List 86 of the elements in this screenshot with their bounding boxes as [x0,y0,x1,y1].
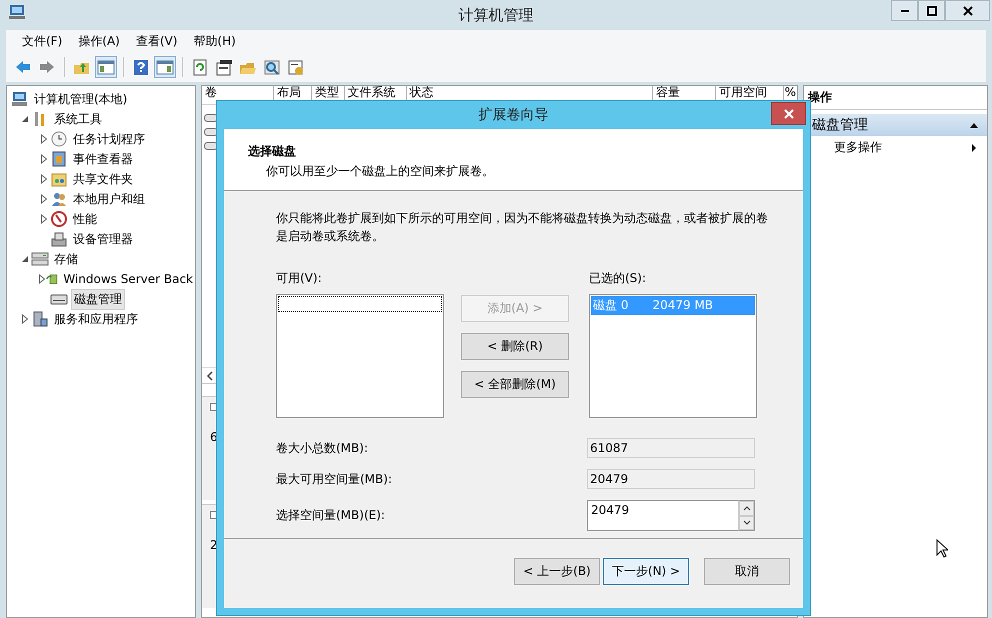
computer-icon [8,4,26,20]
collapsed-arrow-icon[interactable] [40,154,48,164]
log-icon [50,151,68,167]
available-list[interactable] [276,294,444,418]
action-item[interactable]: 更多操作 [804,136,987,159]
storage-icon [31,251,49,267]
tree-item[interactable]: 服务和应用程序 [52,310,140,328]
move-button[interactable]: < 全部删除(M) [461,371,569,398]
field-label: 最大可用空间量(MB): [276,470,392,488]
chevron-up-icon [742,506,750,511]
field-label: 选择空间量(MB)(E): [276,507,385,524]
wizard-note: 你只能将此卷扩展到如下所示的可用空间，因为不能将磁盘转换为动态磁盘，或者被扩展的卷是启动卷或系统卷。 [276,210,769,245]
magnifier-icon [263,58,281,76]
tree-item[interactable]: 设备管理器 [71,230,135,248]
number-field[interactable]: 20479 [587,500,738,531]
submenu-arrow-icon [971,142,977,152]
server-icon [31,311,49,327]
collapsed-arrow-icon[interactable] [38,274,46,284]
close-button[interactable] [945,0,990,21]
collapsed-arrow-icon[interactable] [21,314,29,324]
menu-item[interactable]: 帮助(H) [185,32,244,50]
printer-icon [50,231,68,247]
users-icon [50,191,68,207]
close-button[interactable] [771,102,806,125]
close-icon [962,6,972,16]
forward-arrow-icon [38,58,56,76]
drive-icon [204,127,218,137]
collapsed-arrow-icon[interactable] [40,214,48,224]
collapsed-arrow-icon[interactable] [40,134,48,144]
maximize-button[interactable] [918,0,945,21]
wizard-button[interactable]: 下一步(N) > [603,558,689,585]
tree-item[interactable]: 系统工具 [52,110,104,128]
section-title: 磁盘管理 [812,116,868,134]
menu-item[interactable]: 文件(F) [14,32,70,50]
tree-item[interactable]: 共享文件夹 [71,170,135,188]
tree-item[interactable]: 性能 [71,210,99,228]
spin-up-button[interactable] [739,501,754,516]
clock-icon [50,131,68,147]
wizard-subheading: 你可以用至少一个磁盘上的空间来扩展卷。 [265,163,495,180]
tree-item[interactable]: 本地用户和组 [71,190,147,208]
minimize-button[interactable] [891,0,918,21]
mouse-cursor-icon [936,539,948,558]
collapsed-arrow-icon[interactable] [40,194,48,204]
move-button[interactable]: < 删除(R) [461,333,569,360]
menu-item[interactable]: 操作(A) [70,32,128,50]
shared-folder-icon [50,171,68,187]
help-icon [132,58,150,76]
list-label: 可用(V): [276,270,323,287]
tree-item[interactable]: Windows Server Back [61,271,195,287]
wizard-button[interactable]: < 上一步(B) [514,558,600,585]
collapse-arrow-icon[interactable] [969,121,979,129]
wizard-heading: 选择磁盘 [248,143,297,160]
pane-icon [156,58,174,76]
refresh-icon [191,58,209,76]
menu-item[interactable]: 查看(V) [128,32,186,50]
spin-down-button[interactable] [739,516,754,530]
action-label: 更多操作 [834,139,882,156]
wizard-button[interactable]: 取消 [704,558,790,585]
tree-item[interactable]: 任务计划程序 [71,130,147,148]
tree-item[interactable]: 磁盘管理 [71,288,125,310]
expanded-arrow-icon[interactable] [21,255,29,263]
tree-item[interactable]: 计算机管理(本地) [32,90,130,108]
list-label: 已选的(S): [589,270,648,287]
close-icon [784,108,794,118]
dialog-title: 扩展卷向导 [478,106,548,124]
drive-icon [204,113,218,123]
collapsed-arrow-icon[interactable] [40,174,48,184]
readonly-field: 61087 [587,438,755,458]
tree-item[interactable]: 事件查看器 [71,150,135,168]
drive-icon [204,141,218,151]
tree-item[interactable]: 存储 [52,250,80,268]
chevron-down-icon [742,520,750,526]
gauge-icon [50,211,68,227]
pane-icon [97,58,115,76]
computer-icon [11,91,29,107]
maximize-icon [926,6,936,16]
column-header[interactable]: % [784,86,798,104]
expanded-arrow-icon[interactable] [21,115,29,123]
window-title: 计算机管理 [458,6,534,24]
field-label: 卷大小总数(MB): [276,440,368,456]
scroll-left-icon[interactable] [206,370,214,380]
readonly-field: 20479 [587,469,755,489]
properties-icon [215,58,233,76]
minimize-icon [900,10,908,12]
back-arrow-icon [14,58,32,76]
settings-icon [287,58,305,76]
